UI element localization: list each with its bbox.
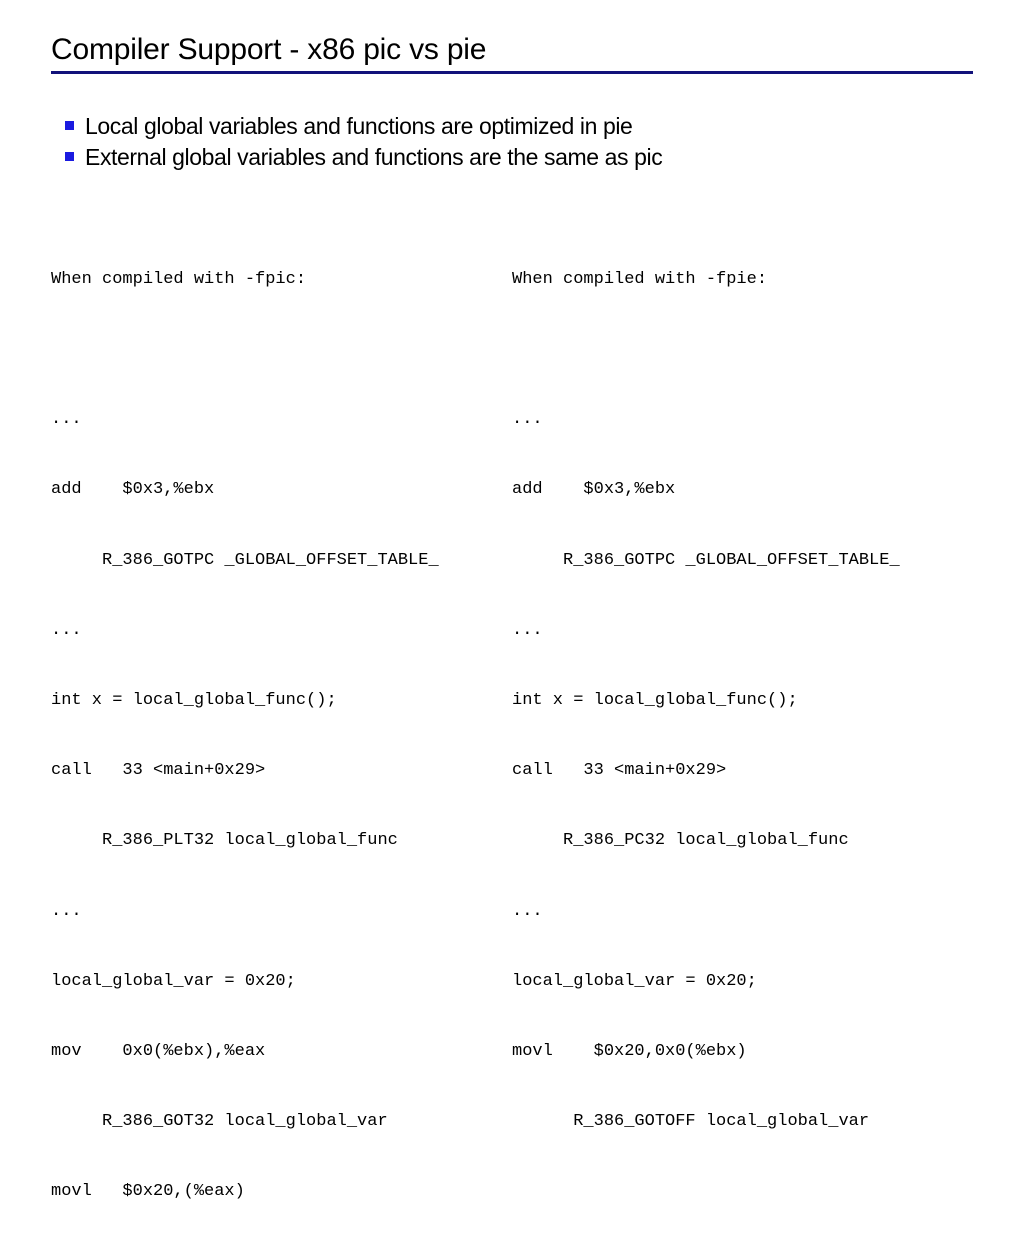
code-line: call 33 <main+0x29> <box>51 761 266 781</box>
code-line: int x = local_global_func(); <box>512 691 798 711</box>
bullet-item-label: External global variables and functions … <box>85 144 663 170</box>
code-line: When compiled with -fpie: <box>512 269 768 289</box>
code-block-pie: When compiled with -fpie: ... add $0x3,%… <box>512 221 982 1180</box>
code-block-pic: When compiled with -fpic: ... add $0x3,%… <box>51 221 511 1251</box>
bullet-item-label: Local global variables and functions are… <box>85 113 633 139</box>
code-line: add $0x3,%ebx <box>512 480 676 500</box>
list-item: External global variables and functions … <box>65 143 965 174</box>
code-line: ... <box>51 901 82 921</box>
code-line: int x = local_global_func(); <box>51 691 337 711</box>
code-line: call 33 <main+0x29> <box>512 761 727 781</box>
title-underline-rule <box>51 71 973 74</box>
code-line: local_global_var = 0x20; <box>512 971 757 991</box>
code-line: add $0x3,%ebx <box>51 480 215 500</box>
code-line: movl $0x20,(%eax) <box>51 1182 245 1202</box>
bullet-list: Local global variables and functions are… <box>65 112 965 174</box>
code-line: ... <box>51 410 82 430</box>
list-item: Local global variables and functions are… <box>65 112 965 143</box>
slide-header: Compiler Support - x86 pic vs pie <box>51 32 973 74</box>
code-line: mov 0x0(%ebx),%eax <box>51 1042 266 1062</box>
code-line: R_386_GOTPC _GLOBAL_OFFSET_TABLE_ <box>512 550 900 570</box>
code-line: When compiled with -fpic: <box>51 269 307 289</box>
square-bullet-icon <box>65 152 74 161</box>
code-line: ... <box>512 620 543 640</box>
slide-root: Compiler Support - x86 pic vs pie Local … <box>0 0 1024 1201</box>
code-line: R_386_PC32 local_global_func <box>512 831 849 851</box>
code-line: R_386_PLT32 local_global_func <box>51 831 398 851</box>
code-line: local_global_var = 0x20; <box>51 971 296 991</box>
code-line: R_386_GOT32 local_global_var <box>51 1112 388 1132</box>
code-line: R_386_GOTPC _GLOBAL_OFFSET_TABLE_ <box>51 550 439 570</box>
code-line: ... <box>51 620 82 640</box>
square-bullet-icon <box>65 121 74 130</box>
code-line: movl $0x20,0x0(%ebx) <box>512 1042 747 1062</box>
code-line: ... <box>512 901 543 921</box>
page-title: Compiler Support - x86 pic vs pie <box>51 33 487 66</box>
code-line: ... <box>512 410 543 430</box>
code-line: R_386_GOTOFF local_global_var <box>512 1112 870 1132</box>
